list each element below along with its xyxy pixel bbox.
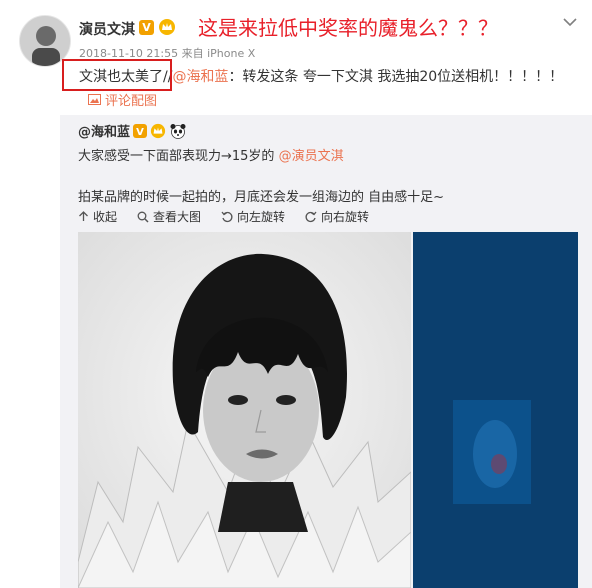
post-text-end: ：转发这条 夸一下文淇 我选抽20位送相机！！！！！	[228, 69, 564, 85]
rotate-right-label: 向右旋转	[321, 210, 370, 224]
view-large-label: 查看大图	[153, 210, 202, 224]
search-icon	[137, 211, 149, 223]
rotate-left-button[interactable]: 向左旋转	[221, 208, 285, 225]
view-large-button[interactable]: 查看大图	[137, 208, 201, 225]
collapse-button[interactable]: 收起	[78, 208, 117, 225]
collapse-icon	[79, 211, 88, 221]
vip-crown-icon	[150, 123, 166, 138]
image-icon	[88, 94, 101, 105]
author-name[interactable]: 演员文淇	[79, 19, 135, 39]
rotate-left-label: 向左旋转	[237, 210, 286, 224]
weibo-post: 演员文淇 V 这是来拉低中奖率的魔鬼么？？？ 2018-11-10 21:55 …	[0, 0, 592, 588]
repost-author-row: @海和蓝 V	[78, 121, 187, 140]
highlight-box	[62, 59, 172, 91]
panda-icon	[170, 123, 186, 139]
secondary-photo[interactable]	[413, 232, 578, 588]
verified-badge-icon: V	[133, 123, 148, 138]
rotate-right-icon	[305, 211, 317, 222]
rotate-right-button[interactable]: 向右旋转	[305, 208, 369, 225]
image-toolbar: 收起 查看大图 向左旋转 向右旋转	[78, 208, 369, 225]
rotate-left-icon	[221, 211, 233, 222]
portrait-photo[interactable]	[78, 232, 411, 588]
comment-pic-label: 评论配图	[105, 94, 158, 109]
repost-text-line2: 拍某品牌的时候一起拍的，月底还会发一组海边的 自由感十足~	[78, 190, 445, 205]
mention-link[interactable]: @海和蓝	[172, 69, 228, 85]
repost-author-name[interactable]: @海和蓝	[78, 121, 130, 140]
chevron-down-icon[interactable]	[562, 16, 578, 28]
repost-text-line1: 大家感受一下面部表现力→15岁的 @演员文淇	[78, 145, 344, 164]
repost-mention-link[interactable]: @演员文淇	[279, 149, 344, 164]
repost-text-start: 大家感受一下面部表现力→15岁的	[78, 149, 279, 164]
verified-badge: V	[139, 20, 154, 35]
comment-pic-link[interactable]: 评论配图	[88, 90, 157, 109]
vip-crown-icon	[159, 19, 175, 35]
annotation-text: 这是来拉低中奖率的魔鬼么？？？	[198, 16, 498, 40]
svg-text:V: V	[136, 127, 144, 138]
collapse-label: 收起	[93, 210, 118, 224]
